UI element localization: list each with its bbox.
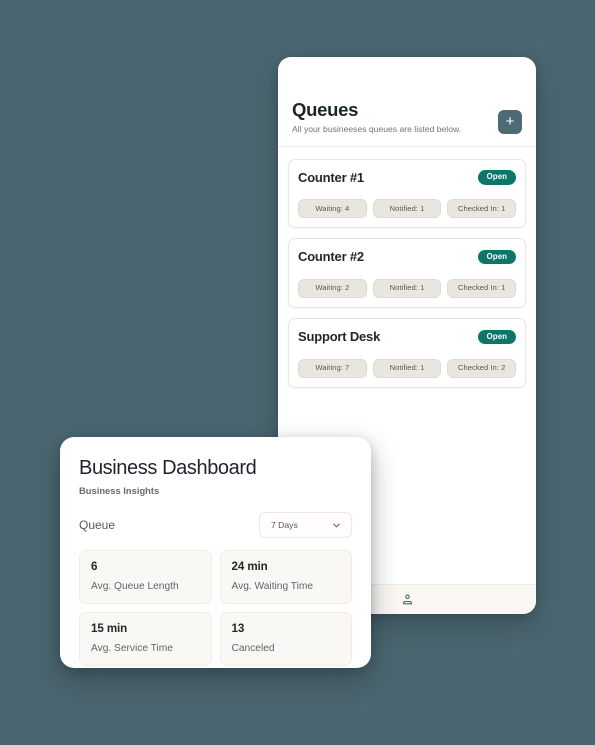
queue-card-header: Counter #2 Open xyxy=(298,249,516,265)
stat-value: 24 min xyxy=(231,560,268,574)
date-range-value: 7 Days xyxy=(271,519,298,530)
add-queue-button[interactable]: + xyxy=(498,109,522,134)
stat-value: 15 min xyxy=(91,622,128,636)
queue-name: Support Desk xyxy=(298,328,381,344)
status-badge: Open xyxy=(477,329,516,344)
queue-name: Counter #2 xyxy=(298,249,364,265)
stat-card: 13 Canceled xyxy=(219,612,352,667)
dashboard-stats-grid: 6 Avg. Queue Length 24 min Avg. Waiting … xyxy=(79,550,352,667)
person-icon xyxy=(402,594,412,605)
stat-card: 15 min Avg. Service Time xyxy=(79,612,212,667)
queue-stat-chips: Waiting: 7 Notified: 1 Checked In: 2 xyxy=(298,358,517,378)
queue-stat-chips: Waiting: 2 Notified: 1 Checked In: 1 xyxy=(298,278,517,298)
stat-card: 6 Avg. Queue Length xyxy=(79,550,212,605)
plus-icon: + xyxy=(505,113,515,131)
stat-label: Avg. Queue Length xyxy=(91,581,179,593)
stat-label: Avg. Waiting Time xyxy=(231,581,314,593)
queue-stat-chips: Waiting: 4 Notified: 1 Checked In: 1 xyxy=(298,199,517,219)
chip-waiting: Waiting: 2 xyxy=(298,278,367,298)
date-range-select[interactable]: 7 Days xyxy=(259,512,352,539)
queue-filter-label: Queue xyxy=(79,518,116,533)
status-badge: Open xyxy=(477,249,516,265)
business-dashboard-panel: Business Dashboard Business Insights Que… xyxy=(60,437,371,668)
chevron-down-icon xyxy=(333,523,340,528)
chip-checked-in: Checked In: 1 xyxy=(447,199,517,219)
chip-checked-in: Checked In: 2 xyxy=(447,358,517,378)
dashboard-title: Business Dashboard xyxy=(79,457,257,479)
queue-card[interactable]: Support Desk Open Waiting: 7 Notified: 1… xyxy=(288,317,526,388)
dashboard-filter-row: Queue 7 Days xyxy=(79,512,352,539)
page-subtitle: All your busineeses queues are listed be… xyxy=(292,124,462,135)
queue-card[interactable]: Counter #1 Open Waiting: 4 Notified: 1 C… xyxy=(288,158,526,229)
dashboard-subtitle: Business Insights xyxy=(79,485,160,496)
chip-checked-in: Checked In: 1 xyxy=(447,278,517,298)
stat-label: Avg. Service Time xyxy=(91,643,173,655)
queue-card[interactable]: Counter #2 Open Waiting: 2 Notified: 1 C… xyxy=(288,238,526,308)
nav-item-account[interactable] xyxy=(389,587,425,613)
chip-notified: Notified: 1 xyxy=(372,358,442,378)
chip-waiting: Waiting: 4 xyxy=(298,199,367,219)
stat-value: 13 xyxy=(231,622,245,636)
page-title: Queues xyxy=(292,99,359,120)
queue-name: Counter #1 xyxy=(298,169,364,185)
queues-header-text: Queues All your busineeses queues are li… xyxy=(292,99,461,135)
queue-card-header: Support Desk Open xyxy=(298,329,516,345)
queue-card-header: Counter #1 Open xyxy=(298,170,516,186)
queues-header: Queues All your busineeses queues are li… xyxy=(278,57,536,147)
status-badge: Open xyxy=(477,170,516,185)
chip-waiting: Waiting: 7 xyxy=(298,358,367,378)
chip-notified: Notified: 1 xyxy=(372,199,442,219)
stat-label: Canceled xyxy=(231,643,275,655)
chip-notified: Notified: 1 xyxy=(372,278,442,298)
stat-value: 6 xyxy=(91,560,98,574)
stat-card: 24 min Avg. Waiting Time xyxy=(219,550,352,605)
queue-list: Counter #1 Open Waiting: 4 Notified: 1 C… xyxy=(278,147,536,388)
